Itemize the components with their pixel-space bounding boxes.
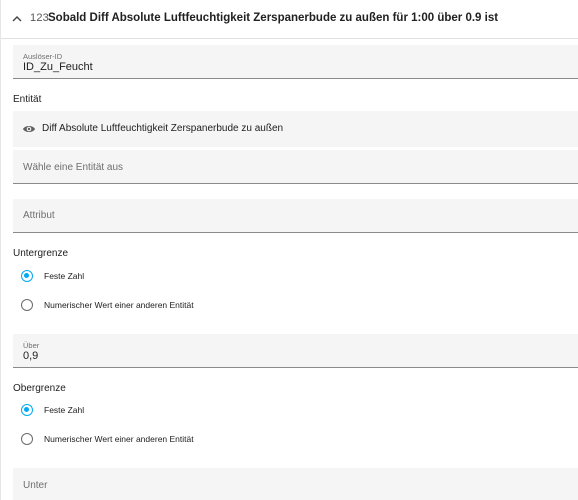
trigger-title: Sobald Diff Absolute Luftfeuchtigkeit Ze… — [48, 12, 499, 24]
radio-checked-icon[interactable] — [21, 404, 33, 416]
radio-unchecked-icon[interactable] — [21, 299, 33, 311]
above-value: 0,9 — [23, 350, 39, 362]
entity-select-placeholder: Wähle eine Entität aus — [23, 162, 124, 173]
numeric-state-icon: 123 — [30, 12, 49, 24]
radio-label: Numerischer Wert einer anderen Entität — [44, 434, 194, 444]
trigger-card: 123 Sobald Diff Absolute Luftfeuchtigkei… — [0, 0, 578, 500]
entity-section-label: Entität — [13, 94, 42, 105]
lower-limit-option-fixed[interactable]: Feste Zahl — [21, 267, 84, 285]
eye-icon — [23, 126, 35, 132]
lower-limit-label: Untergrenze — [13, 248, 69, 259]
upper-limit-label: Obergrenze — [13, 383, 66, 394]
selected-entity-row[interactable]: Diff Absolute Luftfeuchtigkeit Zerspaner… — [13, 111, 578, 147]
upper-limit-option-fixed[interactable]: Feste Zahl — [21, 401, 84, 419]
radio-checked-icon[interactable] — [21, 270, 33, 282]
trigger-header[interactable]: 123 Sobald Diff Absolute Luftfeuchtigkei… — [1, 0, 578, 39]
radio-label: Feste Zahl — [44, 405, 85, 415]
trigger-id-label: Auslöser-ID — [23, 52, 63, 61]
above-label: Über — [23, 341, 40, 350]
chevron-up-icon[interactable] — [11, 13, 23, 25]
radio-label: Numerischer Wert einer anderen Entität — [44, 300, 194, 310]
trigger-id-field[interactable]: Auslöser-ID ID_Zu_Feucht — [13, 45, 578, 79]
entity-select-field[interactable]: Wähle eine Entität aus — [13, 150, 578, 184]
above-field[interactable]: Über 0,9 — [13, 334, 578, 368]
selected-entity-name: Diff Absolute Luftfeuchtigkeit Zerspaner… — [42, 123, 284, 134]
below-field[interactable]: Unter — [13, 468, 578, 500]
radio-label: Feste Zahl — [44, 271, 85, 281]
trigger-id-value: ID_Zu_Feucht — [23, 61, 93, 73]
upper-limit-option-entity[interactable]: Numerischer Wert einer anderen Entität — [21, 430, 194, 448]
attribute-field[interactable]: Attribut — [13, 199, 578, 233]
lower-limit-option-entity[interactable]: Numerischer Wert einer anderen Entität — [21, 296, 194, 314]
radio-unchecked-icon[interactable] — [21, 433, 33, 445]
attribute-placeholder: Attribut — [23, 210, 55, 221]
below-placeholder: Unter — [23, 480, 48, 491]
